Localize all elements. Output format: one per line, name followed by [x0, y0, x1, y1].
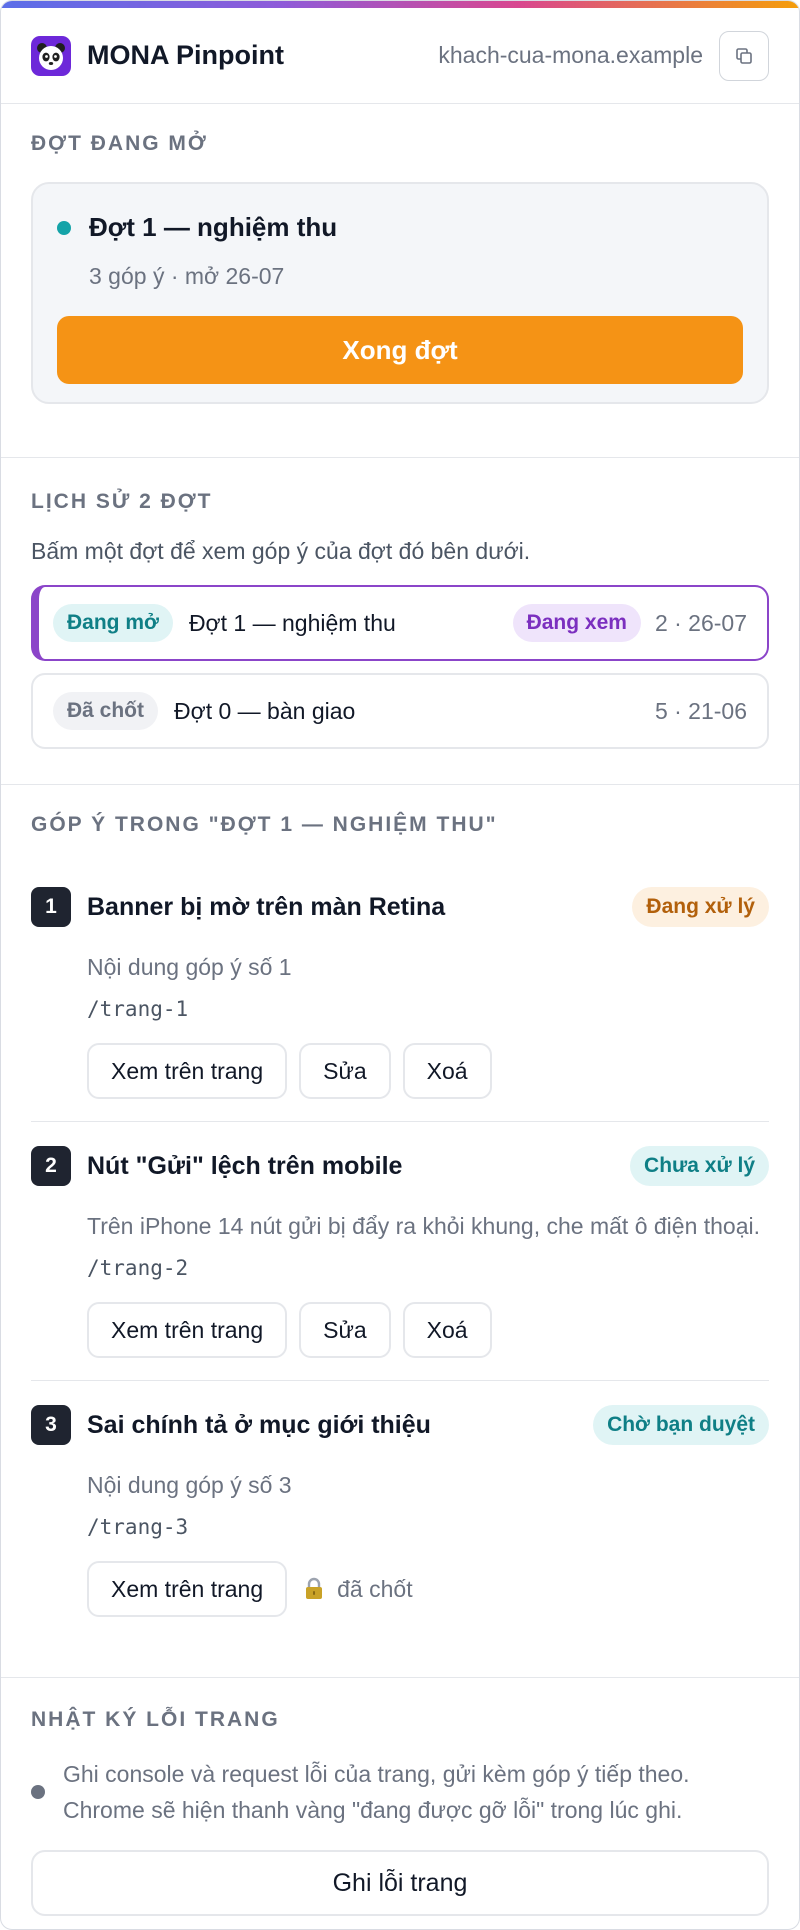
panda-logo-icon [31, 35, 71, 76]
record-errors-button[interactable]: Ghi lỗi trang [31, 1850, 769, 1916]
status-dot-icon [57, 220, 71, 235]
locked-indicator: đã chốt [303, 1575, 413, 1603]
lock-icon [306, 1577, 323, 1599]
feedback-number: 2 [31, 1146, 71, 1186]
view-on-page-button[interactable]: Xem trên trang [87, 1043, 288, 1099]
status-badge: Đang mở [53, 604, 173, 642]
feedback-title: Sai chính tả ở mục giới thiệu [87, 1410, 431, 1439]
feedback-title: Nút "Gửi" lệch trên mobile [87, 1151, 403, 1180]
status-badge: Chờ bạn duyệt [593, 1405, 769, 1445]
delete-button[interactable]: Xoá [402, 1302, 492, 1358]
viewing-badge: Đang xem [512, 604, 641, 642]
open-batch-name: Đợt 1 — nghiệm thu [89, 212, 338, 242]
copy-icon [736, 47, 752, 64]
feedback-number: 1 [31, 887, 71, 927]
status-badge: Đang xử lý [632, 887, 769, 927]
feedback-body: Nội dung góp ý số 1 [87, 954, 292, 980]
feedback-body: Nội dung góp ý số 3 [87, 1472, 292, 1498]
error-log-description: Ghi console và request lỗi của trang, gử… [63, 1761, 690, 1823]
status-dot-icon [31, 1785, 45, 1799]
delete-button[interactable]: Xoá [402, 1043, 492, 1099]
feedback-body: Trên iPhone 14 nút gửi bị đẩy ra khỏi kh… [87, 1213, 761, 1239]
edit-button[interactable]: Sửa [299, 1043, 391, 1099]
header: MONA Pinpoint khach-cua-mona.example [1, 8, 799, 104]
history-item-batch-1[interactable]: Đang mở Đợt 1 — nghiệm thu Đang xem 2 · … [31, 585, 769, 661]
section-title-history: LỊCH SỬ 2 ĐỢT [31, 490, 213, 513]
history-item-meta: 5 · 21-06 [654, 697, 747, 724]
history-item-name: Đợt 1 — nghiệm thu [188, 609, 396, 636]
app-title: MONA Pinpoint [87, 40, 284, 70]
feedback-item: 1 Banner bị mờ trên màn Retina Đang xử l… [31, 863, 769, 1122]
section-title-error-log: NHẬT KÝ LỖI TRANG [31, 1708, 280, 1731]
edit-button[interactable]: Sửa [299, 1302, 391, 1358]
feedback-item: 3 Sai chính tả ở mục giới thiệu Chờ bạn … [31, 1381, 769, 1639]
feedback-path: /trang-2 [87, 1256, 189, 1280]
status-badge: Đã chốt [53, 692, 159, 730]
site-domain: khach-cua-mona.example [438, 42, 703, 68]
feedback-list: 1 Banner bị mờ trên màn Retina Đang xử l… [31, 863, 769, 1639]
view-on-page-button[interactable]: Xem trên trang [87, 1302, 288, 1358]
section-title-open-batch: ĐỢT ĐANG MỞ [31, 132, 208, 155]
feedback-path: /trang-3 [87, 1515, 189, 1539]
feedback-title: Banner bị mờ trên màn Retina [87, 892, 446, 921]
feedback-section: GÓP Ý TRONG "ĐỢT 1 — NGHIỆM THU" 1 Banne… [1, 785, 799, 1678]
history-item-meta: 2 · 26-07 [654, 609, 747, 636]
open-batch-section: ĐỢT ĐANG MỞ Đợt 1 — nghiệm thu 3 góp ý ·… [1, 104, 799, 458]
open-batch-meta: 3 góp ý · mở 26-07 [89, 263, 285, 289]
status-badge: Chưa xử lý [630, 1146, 769, 1186]
feedback-number: 3 [31, 1405, 71, 1445]
history-item-batch-0[interactable]: Đã chốt Đợt 0 — bàn giao 5 · 21-06 [31, 673, 769, 749]
locked-label: đã chốt [337, 1575, 413, 1602]
extension-panel: MONA Pinpoint khach-cua-mona.example ĐỢT… [0, 0, 800, 1930]
section-title-feedback: GÓP Ý TRONG "ĐỢT 1 — NGHIỆM THU" [31, 813, 498, 836]
open-batch-card: Đợt 1 — nghiệm thu 3 góp ý · mở 26-07 Xo… [31, 182, 769, 404]
copy-button[interactable] [719, 30, 769, 81]
error-log-section: NHẬT KÝ LỖI TRANG Ghi console và request… [1, 1678, 799, 1916]
history-hint: Bấm một đợt để xem góp ý của đợt đó bên … [31, 538, 531, 564]
history-section: LỊCH SỬ 2 ĐỢT Bấm một đợt để xem góp ý c… [1, 458, 799, 785]
history-item-name: Đợt 0 — bàn giao [174, 697, 356, 724]
gradient-topbar [1, 1, 799, 8]
feedback-item: 2 Nút "Gửi" lệch trên mobile Chưa xử lý … [31, 1122, 769, 1381]
feedback-path: /trang-1 [87, 997, 189, 1021]
view-on-page-button[interactable]: Xem trên trang [87, 1561, 288, 1617]
finish-batch-button[interactable]: Xong đợt [57, 316, 743, 384]
